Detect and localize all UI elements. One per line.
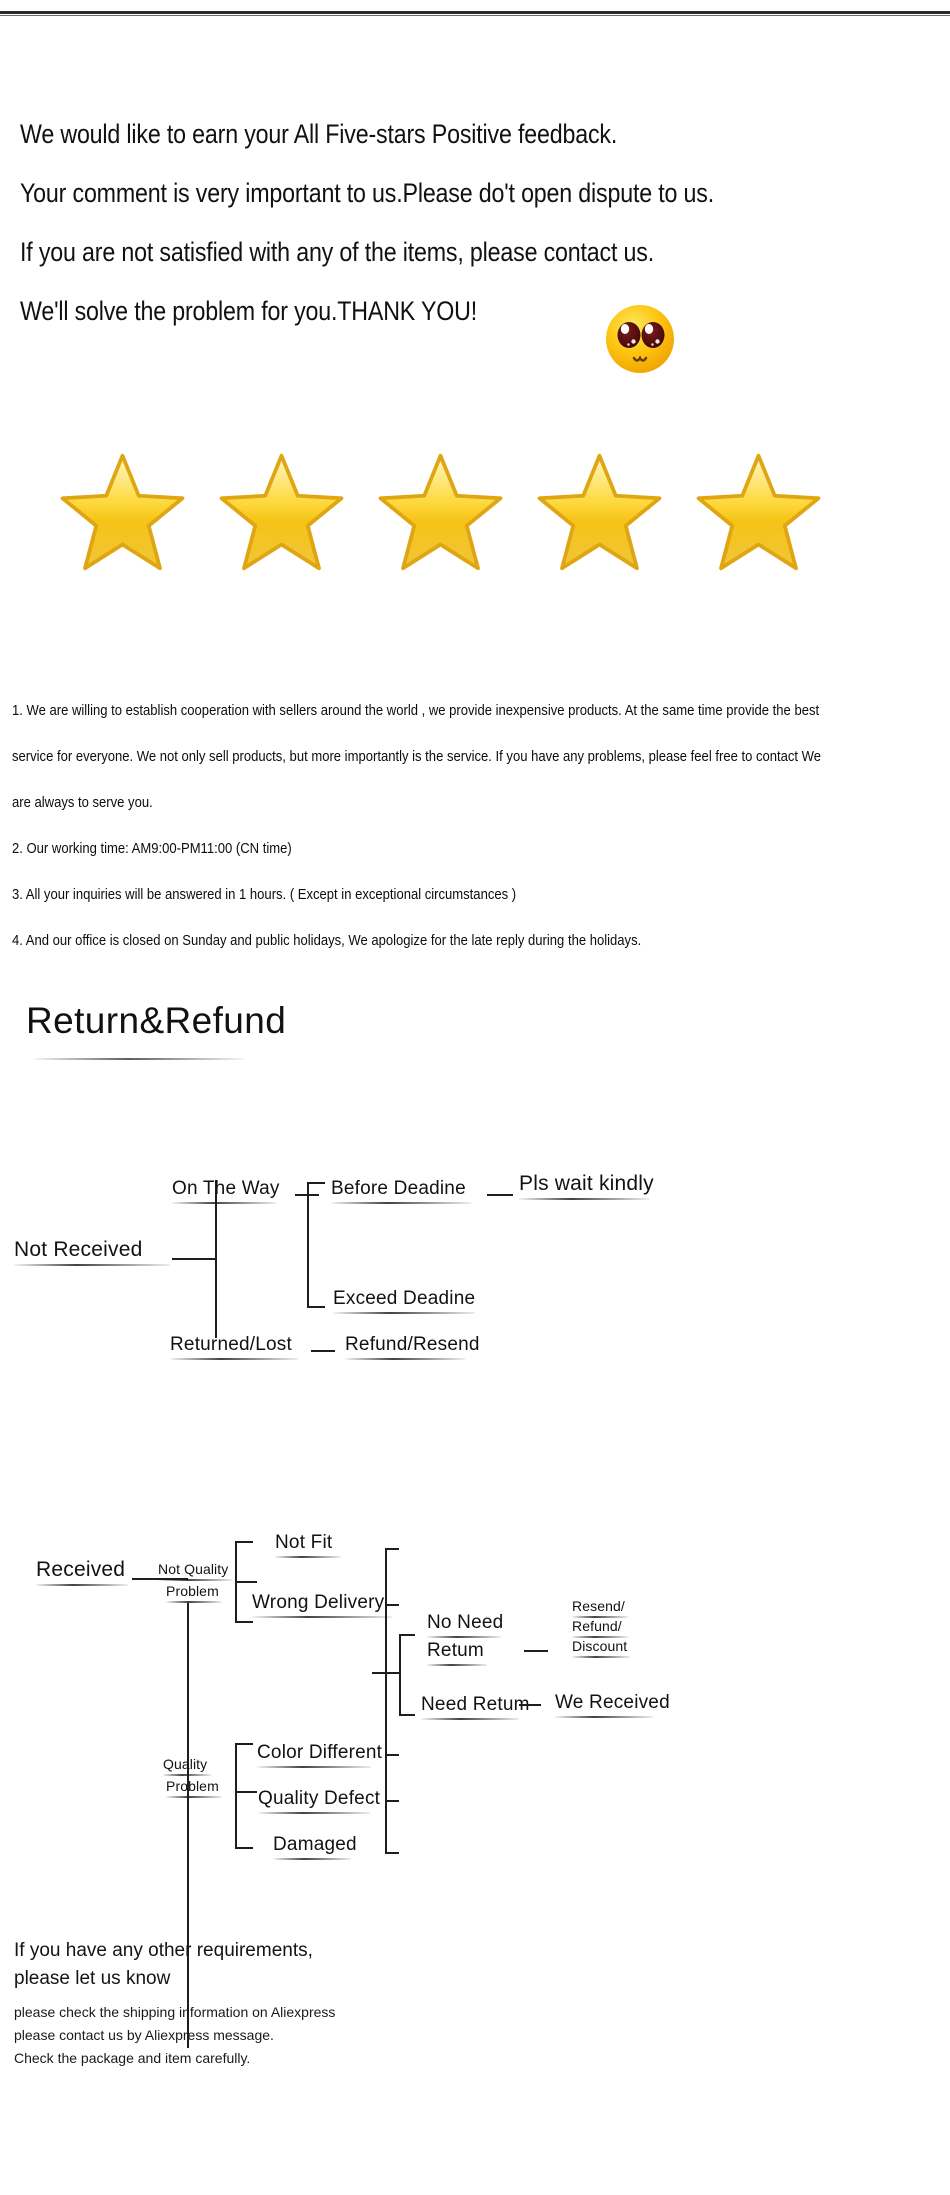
headline-line-3: If you are not satisfied with any of the… (20, 237, 654, 267)
connector-notquality-top (235, 1541, 253, 1543)
flow-node-damaged: Damaged (273, 1834, 357, 1860)
flow-node-quality-problem: Problem (166, 1778, 222, 1798)
connector-issues-n4 (385, 1800, 399, 1802)
connector-received-spine (187, 1603, 189, 2048)
connector-issues-n3 (385, 1754, 399, 1756)
footer-line-3: please check the shipping information on… (14, 2004, 336, 2020)
flow-node-not-quality-problem: Problem (166, 1583, 222, 1603)
five-star-rating (60, 452, 890, 572)
flow-node-not-quality: Not Quality (158, 1561, 232, 1581)
footer-line-5: Check the package and item carefully. (14, 2050, 251, 2066)
connector-notquality-out (235, 1581, 257, 1583)
footer-line-2: please let us know (14, 1968, 171, 1989)
service-note-line: 1. We are willing to establish cooperati… (12, 702, 820, 719)
star-icon (537, 453, 662, 571)
connector-issues-spine (385, 1548, 387, 1854)
page-title: Return&Refund (26, 1000, 287, 1041)
flow-node-received: Received (36, 1558, 128, 1586)
star-icon (60, 453, 185, 571)
headline-line-4: We'll solve the problem for you.THANK YO… (20, 296, 478, 326)
connector-outcome-bracket (399, 1634, 401, 1716)
flow-node-pls-wait-kindly: Pls wait kindly (519, 1172, 654, 1200)
connector-noneed-result (524, 1650, 548, 1652)
flow-node-quality: Quality (163, 1756, 211, 1776)
service-note-line: 2. Our working time: AM9:00-PM11:00 (CN … (12, 840, 292, 857)
connector-notquality-bracket (235, 1541, 237, 1623)
page-root: We would like to earn your All Five-star… (0, 0, 950, 2195)
flow-node-no-need-return: Retum (427, 1640, 487, 1666)
flow-node-on-the-way: On The Way (172, 1178, 280, 1204)
connector-outcome-bottom (399, 1714, 415, 1716)
connector-bracket-top (307, 1182, 325, 1184)
star-icon (378, 453, 503, 571)
flow-node-quality-defect: Quality Defect (258, 1788, 380, 1814)
footer-line-1: If you have any other requirements, (14, 1940, 313, 1961)
flow-node-refund: Refund/ (572, 1618, 628, 1638)
connector-root-stem (172, 1258, 216, 1260)
flow-node-refund-resend: Refund/Resend (345, 1334, 480, 1360)
connector-needreturn-result (519, 1704, 541, 1706)
connector-quality-out (235, 1791, 257, 1793)
flow-node-discount: Discount (572, 1638, 630, 1658)
feedback-headline: We would like to earn your All Five-star… (20, 105, 920, 341)
connector-issues-top (385, 1548, 399, 1550)
connector-issues-bottom (385, 1852, 399, 1854)
star-eyes-face-emoji (604, 303, 676, 375)
flow-node-need-return: Need Retum (421, 1694, 530, 1720)
headline-line-2: Your comment is very important to us.Ple… (20, 178, 715, 208)
flow-node-no-need: No Need (427, 1612, 503, 1638)
flow-node-not-fit: Not Fit (275, 1532, 341, 1558)
flow-node-we-received: We Received (555, 1692, 670, 1718)
connector-quality-bracket (235, 1743, 237, 1849)
page-title-underline (34, 1058, 244, 1060)
connector-returnedlost-result (311, 1350, 335, 1352)
flow-node-not-received: Not Received (14, 1238, 170, 1266)
service-note-line: are always to serve you. (12, 794, 153, 811)
flow-node-wrong-delivery: Wrong Delivery (252, 1592, 392, 1618)
service-note-line: 4. And our office is closed on Sunday an… (12, 932, 642, 949)
flow-node-returned-lost: Returned/Lost (170, 1334, 298, 1360)
connector-quality-bottom (235, 1847, 253, 1849)
connector-quality-top (235, 1743, 253, 1745)
connector-bracket-deadline (307, 1182, 309, 1308)
connector-issues-out (372, 1672, 400, 1674)
footer-line-4: please contact us by Aliexpress message. (14, 2027, 274, 2043)
connector-notquality-bottom (235, 1621, 253, 1623)
headline-line-1: We would like to earn your All Five-star… (20, 119, 618, 149)
star-icon (219, 453, 344, 571)
flow-node-before-deadine: Before Deadine (331, 1178, 471, 1204)
service-note-line: service for everyone. We not only sell p… (12, 748, 822, 765)
flow-node-color-different: Color Different (257, 1742, 382, 1768)
connector-outcome-top (399, 1634, 415, 1636)
star-icon (696, 453, 821, 571)
connector-bracket-bottom (307, 1306, 325, 1308)
service-note-line: 3. All your inquiries will be answered i… (12, 886, 517, 903)
top-divider (0, 11, 950, 14)
connector-issues-n2 (385, 1604, 399, 1606)
connector-beforedeadine-result (487, 1194, 513, 1196)
flow-node-resend: Resend/ (572, 1598, 628, 1618)
flow-node-exceed-deadine: Exceed Deadine (333, 1288, 475, 1314)
service-notes: 1. We are willing to establish cooperati… (12, 688, 942, 964)
